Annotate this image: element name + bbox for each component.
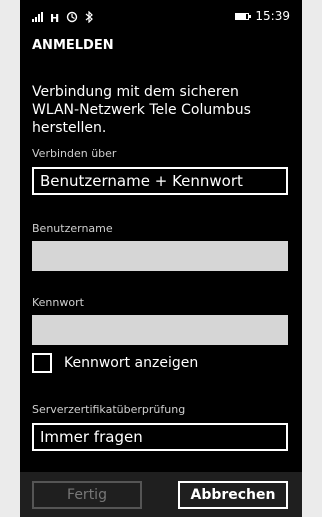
username-label: Benutzername <box>32 222 113 235</box>
phone-screen: H 15:39 ANMELDEN Verbindung mit dem sich… <box>20 0 302 517</box>
password-label: Kennwort <box>32 296 84 309</box>
certificate-label: Serverzertifikatüberprüfung <box>32 403 186 416</box>
show-password-checkbox[interactable] <box>32 353 52 373</box>
status-bar: H 15:39 <box>20 0 302 34</box>
app-bar: Fertig Abbrechen <box>20 472 302 517</box>
connect-via-label: Verbinden über <box>32 147 117 160</box>
certificate-select[interactable]: Immer fragen <box>32 423 288 451</box>
carrier-label: H <box>50 12 61 25</box>
password-input[interactable] <box>32 315 288 345</box>
page-title: ANMELDEN <box>32 38 114 53</box>
done-button[interactable]: Fertig <box>32 481 142 509</box>
bluetooth-icon <box>84 10 94 26</box>
connect-via-select[interactable]: Benutzername + Kennwort <box>32 167 288 195</box>
signal-icon <box>32 12 44 25</box>
status-right: 15:39 <box>235 9 290 23</box>
status-left: H <box>32 10 94 26</box>
cancel-button[interactable]: Abbrechen <box>178 481 288 509</box>
clock: 15:39 <box>255 9 290 23</box>
battery-icon <box>235 12 252 20</box>
page-description: Verbindung mit dem sicheren WLAN-Netzwer… <box>32 84 251 136</box>
show-password-label[interactable]: Kennwort anzeigen <box>64 355 198 371</box>
username-input[interactable] <box>32 241 288 271</box>
data-sense-icon <box>66 11 78 26</box>
